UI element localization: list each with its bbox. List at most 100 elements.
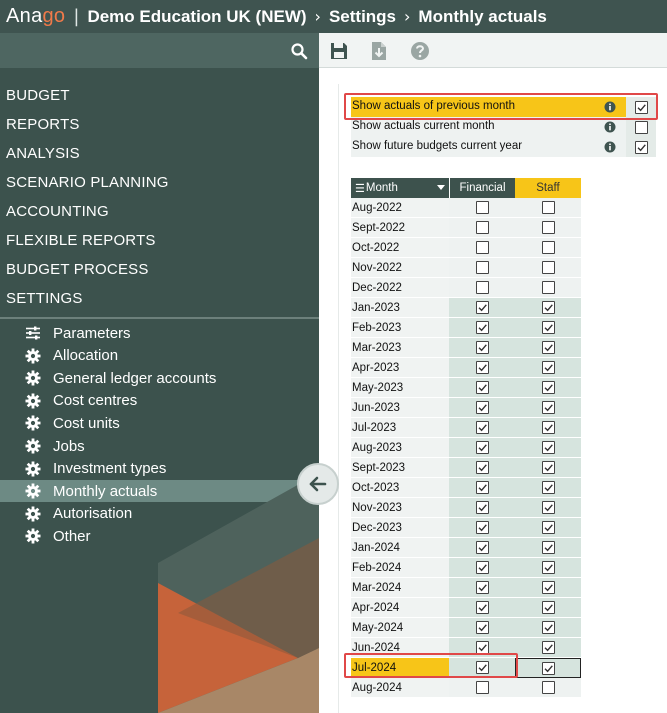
- menu-lines-icon: ☰: [355, 182, 365, 195]
- staff-checkbox[interactable]: [541, 281, 555, 294]
- staff-checkbox[interactable]: [541, 441, 555, 454]
- table-row: Nov-2023: [351, 498, 581, 518]
- financial-checkbox[interactable]: [475, 501, 489, 514]
- staff-cell: [515, 258, 581, 278]
- financial-checkbox[interactable]: [475, 581, 489, 594]
- staff-cell: [515, 598, 581, 618]
- financial-checkbox[interactable]: [475, 421, 489, 434]
- help-icon[interactable]: [410, 41, 430, 61]
- financial-cell: [449, 558, 515, 578]
- financial-checkbox[interactable]: [475, 381, 489, 394]
- staff-checkbox[interactable]: [541, 381, 555, 394]
- staff-checkbox[interactable]: [541, 321, 555, 334]
- staff-checkbox[interactable]: [541, 361, 555, 374]
- staff-checkbox[interactable]: [541, 621, 555, 634]
- financial-checkbox[interactable]: [475, 301, 489, 314]
- staff-checkbox[interactable]: [541, 601, 555, 614]
- option-checkbox[interactable]: [634, 140, 648, 154]
- financial-checkbox[interactable]: [475, 201, 489, 214]
- settings-item-allocation[interactable]: Allocation: [0, 345, 319, 367]
- staff-checkbox[interactable]: [541, 301, 555, 314]
- financial-checkbox[interactable]: [475, 621, 489, 634]
- staff-checkbox[interactable]: [541, 341, 555, 354]
- settings-item-cost-units[interactable]: Cost units: [0, 412, 319, 434]
- staff-checkbox[interactable]: [541, 501, 555, 514]
- staff-cell: [515, 398, 581, 418]
- financial-checkbox[interactable]: [475, 221, 489, 234]
- table-row: Mar-2023: [351, 338, 581, 358]
- financial-checkbox[interactable]: [475, 321, 489, 334]
- month-column-header[interactable]: ☰ Month: [351, 178, 449, 198]
- financial-checkbox[interactable]: [475, 341, 489, 354]
- option-checkbox[interactable]: [634, 120, 648, 134]
- settings-item-label: Cost units: [53, 414, 120, 432]
- sliders-icon: [26, 326, 40, 340]
- sidebar-item-budget-process[interactable]: BUDGET PROCESS: [6, 261, 149, 278]
- collapse-sidebar-button[interactable]: [297, 463, 339, 505]
- sidebar-item-flexible-reports[interactable]: FLEXIBLE REPORTS: [6, 232, 156, 249]
- staff-checkbox[interactable]: [541, 581, 555, 594]
- staff-cell: [515, 518, 581, 538]
- staff-checkbox[interactable]: [541, 641, 555, 654]
- financial-checkbox[interactable]: [475, 461, 489, 474]
- staff-checkbox[interactable]: [541, 261, 555, 274]
- anago-logo[interactable]: Anago: [0, 5, 65, 28]
- financial-checkbox[interactable]: [475, 241, 489, 254]
- financial-cell: [449, 318, 515, 338]
- financial-checkbox[interactable]: [475, 361, 489, 374]
- breadcrumb-organisation[interactable]: Demo Education UK (NEW): [87, 7, 306, 27]
- info-icon[interactable]: [604, 101, 616, 113]
- staff-checkbox[interactable]: [541, 561, 555, 574]
- financial-checkbox[interactable]: [475, 561, 489, 574]
- info-icon[interactable]: [604, 121, 616, 133]
- staff-checkbox[interactable]: [541, 481, 555, 494]
- financial-checkbox[interactable]: [475, 521, 489, 534]
- settings-item-parameters[interactable]: Parameters: [0, 322, 319, 344]
- financial-checkbox[interactable]: [475, 681, 489, 694]
- financial-cell: [449, 218, 515, 238]
- staff-checkbox[interactable]: [541, 541, 555, 554]
- settings-item-cost-centres[interactable]: Cost centres: [0, 390, 319, 412]
- sidebar-search-bar[interactable]: [0, 33, 319, 68]
- settings-item-label: Cost centres: [53, 392, 138, 410]
- financial-checkbox[interactable]: [475, 601, 489, 614]
- financial-checkbox[interactable]: [475, 641, 489, 654]
- sidebar-item-scenario-planning[interactable]: SCENARIO PLANNING: [6, 174, 169, 191]
- settings-item-general-ledger-accounts[interactable]: General ledger accounts: [0, 367, 319, 389]
- chevron-down-icon[interactable]: [437, 185, 445, 190]
- staff-checkbox[interactable]: [541, 401, 555, 414]
- staff-checkbox[interactable]: [541, 461, 555, 474]
- financial-checkbox[interactable]: [475, 401, 489, 414]
- financial-checkbox[interactable]: [475, 541, 489, 554]
- staff-checkbox[interactable]: [541, 681, 555, 694]
- financial-cell: [449, 338, 515, 358]
- staff-cell: [515, 338, 581, 358]
- settings-item-label: Other: [53, 527, 91, 545]
- option-checkbox[interactable]: [634, 100, 648, 114]
- staff-checkbox[interactable]: [541, 661, 555, 675]
- financial-checkbox[interactable]: [475, 441, 489, 454]
- sidebar-item-budget[interactable]: BUDGET: [6, 87, 70, 104]
- financial-checkbox[interactable]: [475, 281, 489, 294]
- info-icon[interactable]: [604, 141, 616, 153]
- staff-cell: [515, 638, 581, 658]
- settings-item-label: Monthly actuals: [53, 482, 158, 500]
- save-icon[interactable]: [329, 41, 349, 61]
- staff-checkbox[interactable]: [541, 521, 555, 534]
- staff-checkbox[interactable]: [541, 421, 555, 434]
- financial-checkbox[interactable]: [475, 481, 489, 494]
- financial-checkbox[interactable]: [475, 261, 489, 274]
- sidebar-item-reports[interactable]: REPORTS: [6, 116, 80, 133]
- staff-checkbox[interactable]: [541, 241, 555, 254]
- financial-checkbox[interactable]: [475, 661, 489, 674]
- table-row: Apr-2024: [351, 598, 581, 618]
- staff-checkbox[interactable]: [541, 221, 555, 234]
- settings-item-jobs[interactable]: Jobs: [0, 435, 319, 457]
- export-icon[interactable]: [369, 41, 389, 61]
- sidebar-item-analysis[interactable]: ANALYSIS: [6, 145, 80, 162]
- sidebar-item-settings[interactable]: SETTINGS: [6, 290, 83, 307]
- sidebar-item-accounting[interactable]: ACCOUNTING: [6, 203, 109, 220]
- staff-checkbox[interactable]: [541, 201, 555, 214]
- breadcrumb-settings[interactable]: Settings: [329, 7, 396, 27]
- search-icon[interactable]: [290, 42, 308, 60]
